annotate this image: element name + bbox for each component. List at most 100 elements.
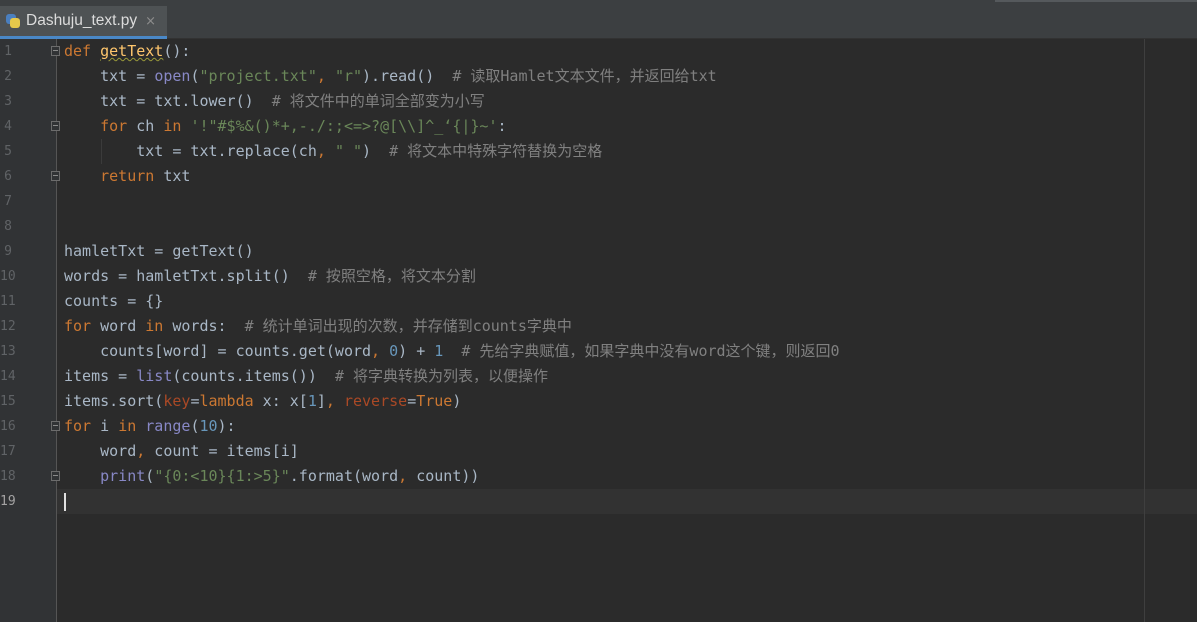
line-number: 19 xyxy=(0,494,16,509)
code-line: 4 for ch in '!"#$%&()*+,-./:;<=>?@[\\]^_… xyxy=(0,114,1197,139)
keyword-argument: reverse xyxy=(343,392,408,410)
code-text[interactable]: items = list(counts.items()) # 将字典转换为列表，… xyxy=(64,364,548,389)
code-line: 12 for word in words: # 统计单词出现的次数，并存储到co… xyxy=(0,314,1197,339)
code-token: (counts.items()) xyxy=(172,367,335,385)
code-text[interactable] xyxy=(64,489,66,514)
line-number: 4 xyxy=(4,119,12,134)
code-line: 11 counts = {} xyxy=(0,289,1197,314)
code-token: txt = txt.replace(ch xyxy=(64,142,317,160)
line-number: 2 xyxy=(4,69,12,84)
code-text[interactable]: return txt xyxy=(64,164,190,189)
line-number: 18 xyxy=(0,469,16,484)
code-line: 3 txt = txt.lower() # 将文件中的单词全部变为小写 xyxy=(0,89,1197,114)
line-number: 15 xyxy=(0,394,16,409)
builtin-list: list xyxy=(136,367,173,385)
line-number: 1 xyxy=(4,44,12,59)
code-token: words = hamletTxt.split() xyxy=(64,267,308,285)
code-token: counts[word] = counts.get(word xyxy=(64,342,372,360)
code-token: : xyxy=(497,117,507,135)
number-literal: 10 xyxy=(199,417,218,435)
code-line: 16 for i in range(10): xyxy=(0,414,1197,439)
tab-dashuju-text[interactable]: Dashuju_text.py × xyxy=(0,6,167,39)
code-text[interactable]: words = hamletTxt.split() # 按照空格，将文本分割 xyxy=(64,264,476,289)
code-comment: # 将文本中特殊字符替换为空格 xyxy=(389,142,603,160)
code-line: 2 txt = open("project.txt", "r").read() … xyxy=(0,64,1197,89)
code-token: ) + xyxy=(398,342,435,360)
code-text[interactable]: def getText(): xyxy=(64,39,190,64)
code-text[interactable]: txt = txt.replace(ch, " ") # 将文本中特殊字符替换为… xyxy=(64,139,602,164)
code-token: ) xyxy=(362,142,390,160)
tab-filename: Dashuju_text.py xyxy=(26,12,138,29)
line-number: 8 xyxy=(4,219,12,234)
code-token: txt = txt.lower() xyxy=(64,92,272,110)
code-line: 6 return txt xyxy=(0,164,1197,189)
code-token: items.sort( xyxy=(64,392,164,410)
builtin-open: open xyxy=(154,67,191,85)
keyword-for: for xyxy=(64,117,128,135)
code-line: 19 xyxy=(0,489,1197,514)
code-comment: # 先给字典赋值，如果字典中没有word这个键，则返回0 xyxy=(461,342,840,360)
code-token: ] xyxy=(316,392,326,410)
fold-toggle-icon[interactable] xyxy=(51,421,60,431)
keyword-def: def xyxy=(64,42,101,60)
code-token: hamletTxt = getText() xyxy=(64,242,254,260)
code-token: count)) xyxy=(407,467,480,485)
number-literal: 0 xyxy=(389,342,399,360)
code-text[interactable]: counts[word] = counts.get(word, 0) + 1 #… xyxy=(64,339,840,364)
code-token: , xyxy=(316,142,326,160)
number-literal: 1 xyxy=(434,342,444,360)
python-file-icon xyxy=(5,13,21,29)
code-token: , xyxy=(371,342,381,360)
fold-toggle-icon[interactable] xyxy=(51,121,60,131)
line-number: 13 xyxy=(0,344,16,359)
number-literal: 1 xyxy=(307,392,317,410)
string-literal: "project.txt" xyxy=(199,67,317,85)
code-text[interactable]: print("{0:<10}{1:>5}".format(word, count… xyxy=(64,464,479,489)
code-token: = xyxy=(407,392,417,410)
keyword-return: return xyxy=(64,167,155,185)
line-number: 14 xyxy=(0,369,16,384)
code-text[interactable]: txt = open("project.txt", "r").read() # … xyxy=(64,64,717,89)
line-number: 16 xyxy=(0,419,16,434)
code-text[interactable]: items.sort(key=lambda x: x[1], reverse=T… xyxy=(64,389,461,414)
fold-toggle-icon[interactable] xyxy=(51,471,60,481)
keyword-in: in xyxy=(163,117,182,135)
code-token: ): xyxy=(217,417,236,435)
code-text[interactable]: for ch in '!"#$%&()*+,-./:;<=>?@[\\]^_‘{… xyxy=(64,114,507,139)
line-number: 6 xyxy=(4,169,12,184)
close-tab-icon[interactable]: × xyxy=(145,14,156,29)
code-token: items = xyxy=(64,367,137,385)
code-line: 9 hamletTxt = getText() xyxy=(0,239,1197,264)
line-number: 11 xyxy=(0,294,16,309)
code-line: 5 txt = txt.replace(ch, " ") # 将文本中特殊字符替… xyxy=(0,139,1197,164)
string-literal: '!"#$%&()*+,-./:;<=>?@[\\]^_‘{|}~' xyxy=(190,117,498,135)
code-token: words: xyxy=(163,317,245,335)
line-number: 5 xyxy=(4,144,12,159)
line-number: 10 xyxy=(0,269,16,284)
code-text[interactable]: counts = {} xyxy=(64,289,163,314)
code-text[interactable]: txt = txt.lower() # 将文件中的单词全部变为小写 xyxy=(64,89,485,114)
code-token: , xyxy=(325,392,335,410)
code-line: 7 xyxy=(0,189,1197,214)
fold-toggle-icon[interactable] xyxy=(51,46,60,56)
builtin-range: range xyxy=(145,417,191,435)
code-text[interactable]: for word in words: # 统计单词出现的次数，并存储到count… xyxy=(64,314,572,339)
keyword-for: for xyxy=(64,317,92,335)
keyword-argument: key xyxy=(163,392,191,410)
code-text[interactable]: word, count = items[i] xyxy=(64,439,299,464)
code-token: ).read() xyxy=(362,67,453,85)
string-literal: "{0:<10}{1:>5}" xyxy=(154,467,290,485)
line-number: 12 xyxy=(0,319,16,334)
code-text[interactable]: for i in range(10): xyxy=(64,414,236,439)
code-token: i xyxy=(91,417,119,435)
code-token: ( xyxy=(145,467,155,485)
fold-toggle-icon[interactable] xyxy=(51,171,60,181)
code-text[interactable]: hamletTxt = getText() xyxy=(64,239,254,264)
code-token: word xyxy=(64,442,137,460)
code-line: 14 items = list(counts.items()) # 将字典转换为… xyxy=(0,364,1197,389)
code-token: txt = xyxy=(64,67,155,85)
code-token: counts = {} xyxy=(64,292,164,310)
code-token: txt xyxy=(154,167,191,185)
code-token: ch xyxy=(127,117,164,135)
